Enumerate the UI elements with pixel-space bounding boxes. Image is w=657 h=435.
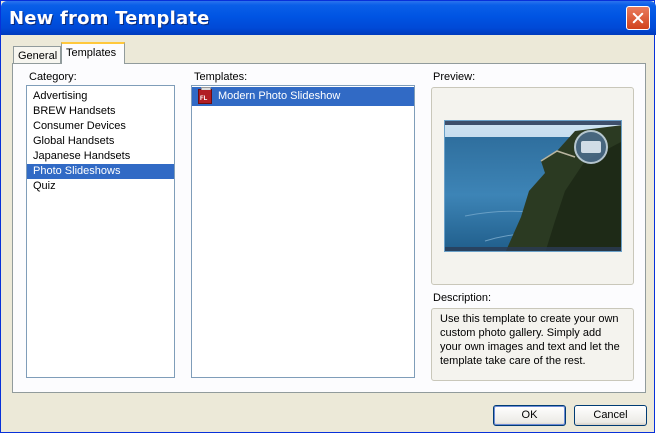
- description-box: Use this template to create your own cus…: [431, 308, 634, 381]
- tab-templates-label: Templates: [66, 47, 117, 59]
- cancel-button[interactable]: Cancel: [574, 405, 647, 426]
- category-item-japanese-handsets[interactable]: Japanese Handsets: [27, 149, 174, 164]
- preview-label: Preview:: [433, 71, 476, 83]
- new-from-template-dialog: New from Template General Templates Cate…: [0, 0, 656, 433]
- category-item-global-handsets[interactable]: Global Handsets: [27, 134, 174, 149]
- preview-panel: [431, 87, 634, 285]
- dialog-title: New from Template: [9, 8, 210, 29]
- tab-general-label: General: [18, 50, 58, 62]
- category-item-advertising[interactable]: Advertising: [27, 89, 174, 104]
- flash-document-icon: FL: [198, 87, 212, 104]
- title-bar[interactable]: New from Template: [1, 1, 656, 35]
- preview-image: [444, 120, 622, 252]
- category-item-quiz[interactable]: Quiz: [27, 179, 174, 194]
- close-button[interactable]: [626, 6, 650, 30]
- ok-button[interactable]: OK: [493, 405, 566, 426]
- description-label: Description:: [433, 292, 492, 304]
- templates-list[interactable]: FL Modern Photo Slideshow: [191, 85, 415, 378]
- description-text: Use this template to create your own cus…: [440, 313, 620, 367]
- templates-label: Templates:: [194, 71, 248, 83]
- template-item-label: Modern Photo Slideshow: [218, 90, 341, 102]
- tab-general[interactable]: General: [13, 46, 61, 64]
- category-label: Category:: [29, 71, 77, 83]
- category-item-consumer-devices[interactable]: Consumer Devices: [27, 119, 174, 134]
- category-item-brew-handsets[interactable]: BREW Handsets: [27, 104, 174, 119]
- category-list[interactable]: Advertising BREW Handsets Consumer Devic…: [26, 85, 175, 378]
- template-item-modern-photo-slideshow[interactable]: FL Modern Photo Slideshow: [192, 87, 414, 106]
- tab-templates[interactable]: Templates: [61, 42, 125, 64]
- flash-icon-text: FL: [200, 96, 208, 102]
- category-item-photo-slideshows[interactable]: Photo Slideshows: [27, 164, 174, 179]
